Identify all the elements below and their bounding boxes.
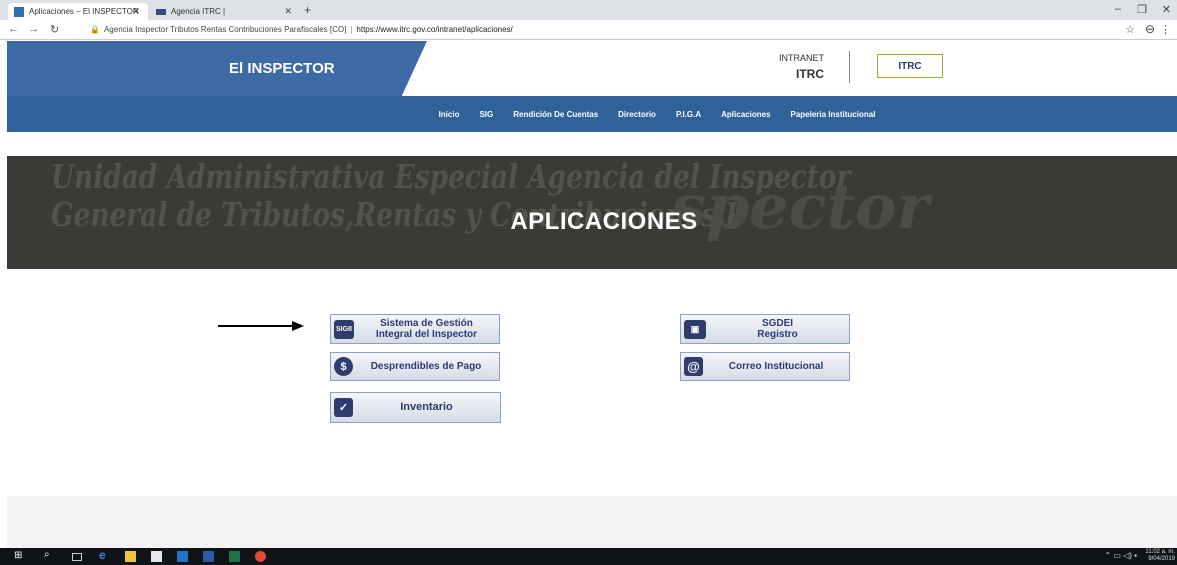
site-favicon-icon bbox=[14, 6, 24, 17]
site-header: El INSPECTOR INTRANET ITRC ITRC bbox=[7, 41, 1177, 96]
browser-tab-strip: Aplicaciones – El INSPECTOR ✕ Agencia IT… bbox=[0, 0, 1177, 20]
nav-item-sig[interactable]: SIG bbox=[479, 110, 493, 119]
intranet-line2: ITRC bbox=[796, 67, 824, 81]
tab-aplicaciones[interactable]: Aplicaciones – El INSPECTOR ✕ bbox=[8, 3, 148, 20]
tab-title: Agencia ITRC | bbox=[171, 7, 226, 16]
system-tray-icons[interactable]: ⌃ ▭ ◁) ▪ bbox=[1104, 551, 1137, 560]
nav-item-piga[interactable]: P.I.G.A bbox=[676, 110, 701, 119]
windows-taskbar: ⊞ ⌕ e ⌃ ▭ ◁) ▪ 11:02 a. m. 9/04/2019 bbox=[0, 548, 1177, 565]
restore-icon[interactable]: ❐ bbox=[1137, 3, 1147, 16]
excel-icon[interactable] bbox=[229, 551, 240, 562]
url-field[interactable]: 🔒 Agencia Inspector Tributos Rentas Contr… bbox=[90, 25, 513, 34]
forward-icon[interactable]: → bbox=[28, 23, 39, 35]
intranet-line1: INTRANET bbox=[779, 53, 824, 63]
task-view-icon[interactable] bbox=[72, 553, 82, 561]
clock-date: 9/04/2019 bbox=[1148, 556, 1175, 562]
taskbar-clock[interactable]: 11:02 a. m. 9/04/2019 bbox=[1145, 549, 1175, 563]
correo-label: Correo Institucional bbox=[728, 361, 824, 372]
windows-start-icon[interactable]: ⊞ bbox=[14, 550, 25, 561]
edge-icon[interactable]: e bbox=[99, 548, 110, 562]
screen: Aplicaciones – El INSPECTOR ✕ Agencia IT… bbox=[0, 0, 1177, 565]
nav-item-inicio[interactable]: Inicio bbox=[439, 110, 460, 119]
itrc-logo[interactable]: ITRC bbox=[877, 54, 943, 78]
inventario-button[interactable]: ✓ Inventario bbox=[330, 392, 501, 423]
tab-title: Aplicaciones – El INSPECTOR bbox=[29, 7, 139, 16]
sigii-button[interactable]: SIGII Sistema de Gestión Integral del In… bbox=[330, 314, 500, 344]
pointer-arrow-icon bbox=[218, 321, 304, 331]
url-text: https://www.itrc.gov.co/intranet/aplicac… bbox=[356, 25, 513, 34]
nav-item-aplicaciones[interactable]: Aplicaciones bbox=[721, 110, 770, 119]
page-footer-area bbox=[7, 496, 1177, 548]
address-bar: ← → ↻ 🔒 Agencia Inspector Tributos Rentas… bbox=[0, 20, 1177, 40]
header-divider bbox=[849, 51, 850, 83]
sgdei-label-line1: SGDEI bbox=[761, 318, 794, 329]
id-card-icon: ▣ bbox=[684, 319, 706, 339]
main-nav: Inicio SIG Rendición De Cuentas Director… bbox=[7, 96, 1177, 132]
at-sign-icon: @ bbox=[684, 357, 703, 376]
reload-icon[interactable]: ↻ bbox=[50, 23, 59, 36]
page-title: APLICACIONES bbox=[510, 208, 698, 235]
itrc-favicon-icon bbox=[156, 8, 166, 15]
site-identity: Agencia Inspector Tributos Rentas Contri… bbox=[103, 25, 347, 34]
nav-item-papeleria[interactable]: Papeleria Institucional bbox=[791, 110, 876, 119]
back-icon[interactable]: ← bbox=[8, 23, 19, 35]
nav-item-rendicion[interactable]: Rendición De Cuentas bbox=[513, 110, 598, 119]
menu-icon[interactable]: ⋮ bbox=[1160, 23, 1171, 36]
close-icon[interactable]: ✕ bbox=[132, 6, 140, 17]
sgdei-label-line2: Registro bbox=[757, 329, 798, 340]
search-icon[interactable]: ⌕ bbox=[44, 549, 55, 560]
minimize-icon[interactable]: – bbox=[1115, 3, 1121, 15]
site-brand[interactable]: El INSPECTOR bbox=[229, 60, 335, 77]
close-icon[interactable]: ✕ bbox=[284, 6, 292, 17]
intranet-label: INTRANET ITRC bbox=[779, 52, 824, 80]
sigii-label: Sistema de Gestión Integral del Inspecto… bbox=[354, 318, 499, 340]
tab-agencia-itrc[interactable]: Agencia ITRC | ✕ bbox=[150, 3, 300, 20]
hero-banner: Unidad Administrativa Especial Agencia d… bbox=[7, 156, 1177, 269]
chrome-icon[interactable] bbox=[255, 551, 266, 562]
dollar-icon: $ bbox=[334, 357, 353, 376]
window-close-icon[interactable]: ✕ bbox=[1162, 3, 1171, 16]
sgdei-label: SGDEI Registro bbox=[706, 318, 849, 340]
checkbox-icon: ✓ bbox=[334, 398, 353, 417]
file-explorer-icon[interactable] bbox=[125, 551, 136, 562]
profile-icon[interactable]: ⊖ bbox=[1145, 22, 1155, 36]
bookmark-star-icon[interactable]: ☆ bbox=[1125, 23, 1135, 36]
outlook-icon[interactable] bbox=[177, 551, 188, 562]
clock-time: 11:02 a. m. bbox=[1145, 549, 1175, 555]
correo-button[interactable]: @ Correo Institucional bbox=[680, 352, 850, 381]
word-icon[interactable] bbox=[203, 551, 214, 562]
brand-band bbox=[7, 41, 427, 96]
desprendibles-label: Desprendibles de Pago bbox=[370, 361, 482, 372]
sigii-icon: SIGII bbox=[334, 319, 354, 339]
lock-icon: 🔒 bbox=[90, 25, 100, 34]
web-page: El INSPECTOR INTRANET ITRC ITRC Inicio S… bbox=[7, 41, 1177, 496]
store-icon[interactable] bbox=[151, 551, 162, 562]
inventario-label: Inventario bbox=[400, 401, 453, 413]
sigii-label-line1: Sistema de Gestión bbox=[380, 318, 473, 329]
sgdei-button[interactable]: ▣ SGDEI Registro bbox=[680, 314, 850, 344]
nav-item-directorio[interactable]: Directorio bbox=[618, 110, 656, 119]
desprendibles-button[interactable]: $ Desprendibles de Pago bbox=[330, 352, 500, 381]
new-tab-button[interactable]: + bbox=[304, 3, 311, 17]
sigii-label-line2: Integral del Inspector bbox=[375, 329, 478, 340]
